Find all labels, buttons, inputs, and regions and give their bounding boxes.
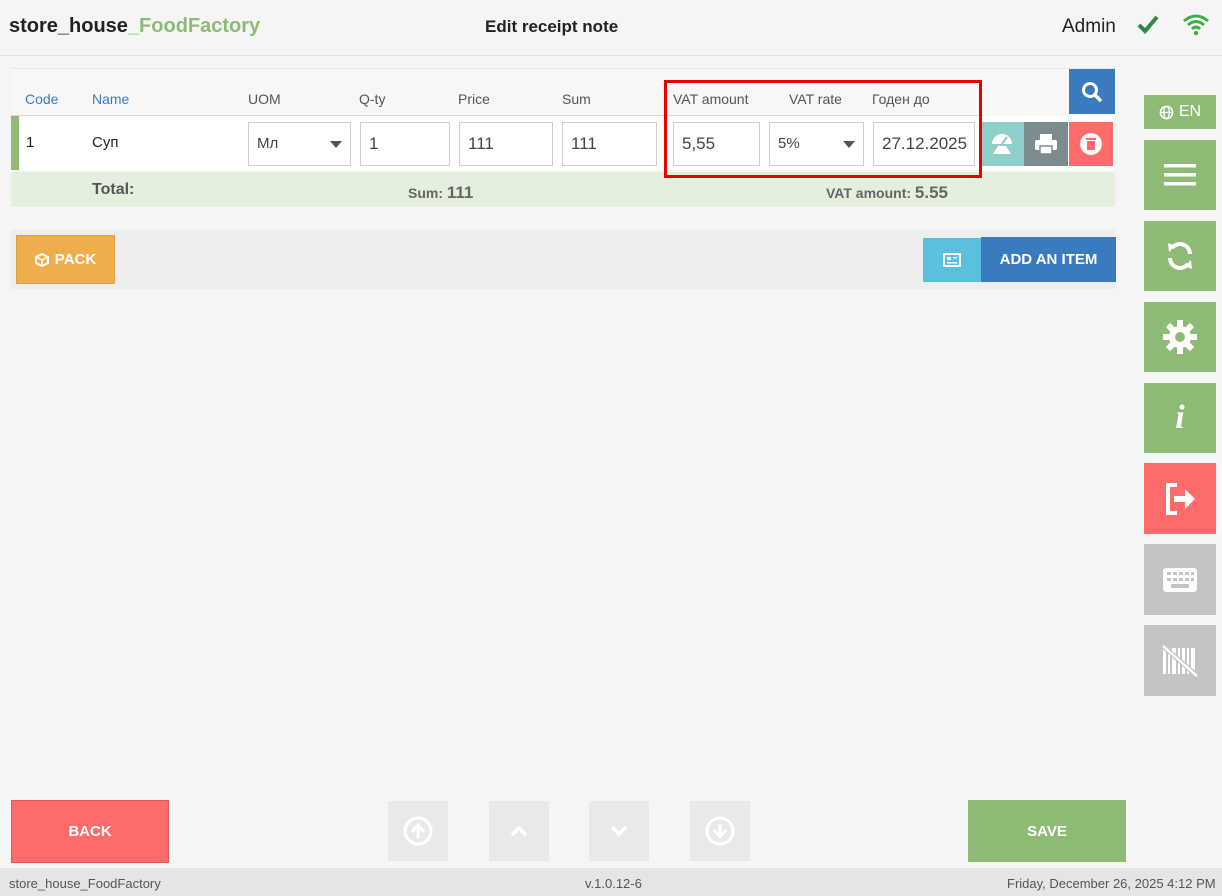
scan-card-button[interactable] <box>923 238 981 282</box>
status-bar: store_house_FoodFactory v.1.0.12-6 Frida… <box>0 868 1222 896</box>
uom-select[interactable]: Мл <box>248 122 351 166</box>
app-name-accent: _FoodFactory <box>127 15 261 37</box>
wifi-icon <box>1183 14 1209 36</box>
scroll-up-button[interactable] <box>489 801 549 861</box>
globe-icon <box>1159 105 1174 119</box>
scroll-down-button[interactable] <box>589 801 649 861</box>
column-qty: Q-ty <box>359 91 386 107</box>
column-price: Price <box>458 91 490 107</box>
info-icon: i <box>1175 399 1185 436</box>
barcode-off-icon <box>1161 643 1199 678</box>
chevron-up-icon <box>510 825 528 837</box>
app-name: store_house_FoodFactory <box>9 15 261 37</box>
arrow-down-circle-icon <box>705 816 735 846</box>
sync-icon <box>1168 242 1192 270</box>
scroll-top-button[interactable] <box>388 801 448 861</box>
column-uom: UOM <box>248 91 281 107</box>
language-button[interactable]: EN <box>1144 95 1216 129</box>
arrow-up-circle-icon <box>403 816 433 846</box>
logout-button[interactable] <box>1144 463 1216 534</box>
settings-button[interactable] <box>1144 302 1216 372</box>
check-icon <box>1137 15 1159 34</box>
save-button[interactable]: SAVE <box>968 800 1126 862</box>
scroll-bottom-button[interactable] <box>690 801 750 861</box>
total-sum-value: 111 <box>446 183 474 202</box>
status-version: v.1.0.12-6 <box>585 876 642 891</box>
status-datetime: Friday, December 26, 2025 4:12 PM <box>1007 876 1216 891</box>
menu-icon <box>1164 164 1196 186</box>
add-item-button[interactable]: ADD AN ITEM <box>981 237 1116 282</box>
highlight-box <box>664 80 982 178</box>
page-title: Edit receipt note <box>485 17 619 36</box>
card-icon <box>943 253 961 267</box>
action-bar: PACK ADD AN ITEM <box>11 230 1116 289</box>
total-vat: VAT amount: 5.55 <box>826 183 949 202</box>
logout-icon <box>1166 482 1195 515</box>
search-icon <box>1082 81 1103 102</box>
barcode-toggle-button[interactable] <box>1144 625 1216 696</box>
column-sum: Sum <box>562 91 591 107</box>
sync-button[interactable] <box>1144 221 1216 291</box>
scale-icon <box>992 134 1012 154</box>
chevron-down-icon <box>610 825 628 837</box>
menu-button[interactable] <box>1144 140 1216 210</box>
user-name[interactable]: Admin <box>1062 16 1116 38</box>
row-marker <box>11 116 19 170</box>
printer-icon <box>1035 134 1057 155</box>
search-button[interactable] <box>1069 69 1115 114</box>
delete-row-button[interactable] <box>1069 122 1113 166</box>
column-code[interactable]: Code <box>25 91 58 107</box>
row-name: Суп <box>92 134 119 151</box>
settings-icon <box>1163 320 1197 354</box>
chevron-down-icon <box>330 141 342 148</box>
box-icon <box>34 252 49 267</box>
back-button[interactable]: BACK <box>11 800 169 863</box>
status-app-name: store_house_FoodFactory <box>9 876 161 891</box>
top-bar: store_house_FoodFactory Edit receipt not… <box>0 0 1222 56</box>
total-sum: Sum: 111 <box>408 183 474 202</box>
keyboard-icon <box>1163 567 1197 592</box>
trash-icon <box>1080 133 1102 155</box>
info-button[interactable]: i <box>1144 383 1216 453</box>
qty-input[interactable]: 1 <box>360 122 450 166</box>
keyboard-button[interactable] <box>1144 544 1216 615</box>
row-code: 1 <box>26 134 35 151</box>
pack-button[interactable]: PACK <box>16 235 115 284</box>
print-button[interactable] <box>1024 122 1068 166</box>
sum-input[interactable]: 111 <box>562 122 657 166</box>
total-label: Total: <box>92 181 135 198</box>
column-name[interactable]: Name <box>92 91 129 107</box>
scale-button[interactable] <box>980 122 1024 166</box>
price-input[interactable]: 111 <box>459 122 553 166</box>
total-vat-value: 5.55 <box>914 183 949 202</box>
